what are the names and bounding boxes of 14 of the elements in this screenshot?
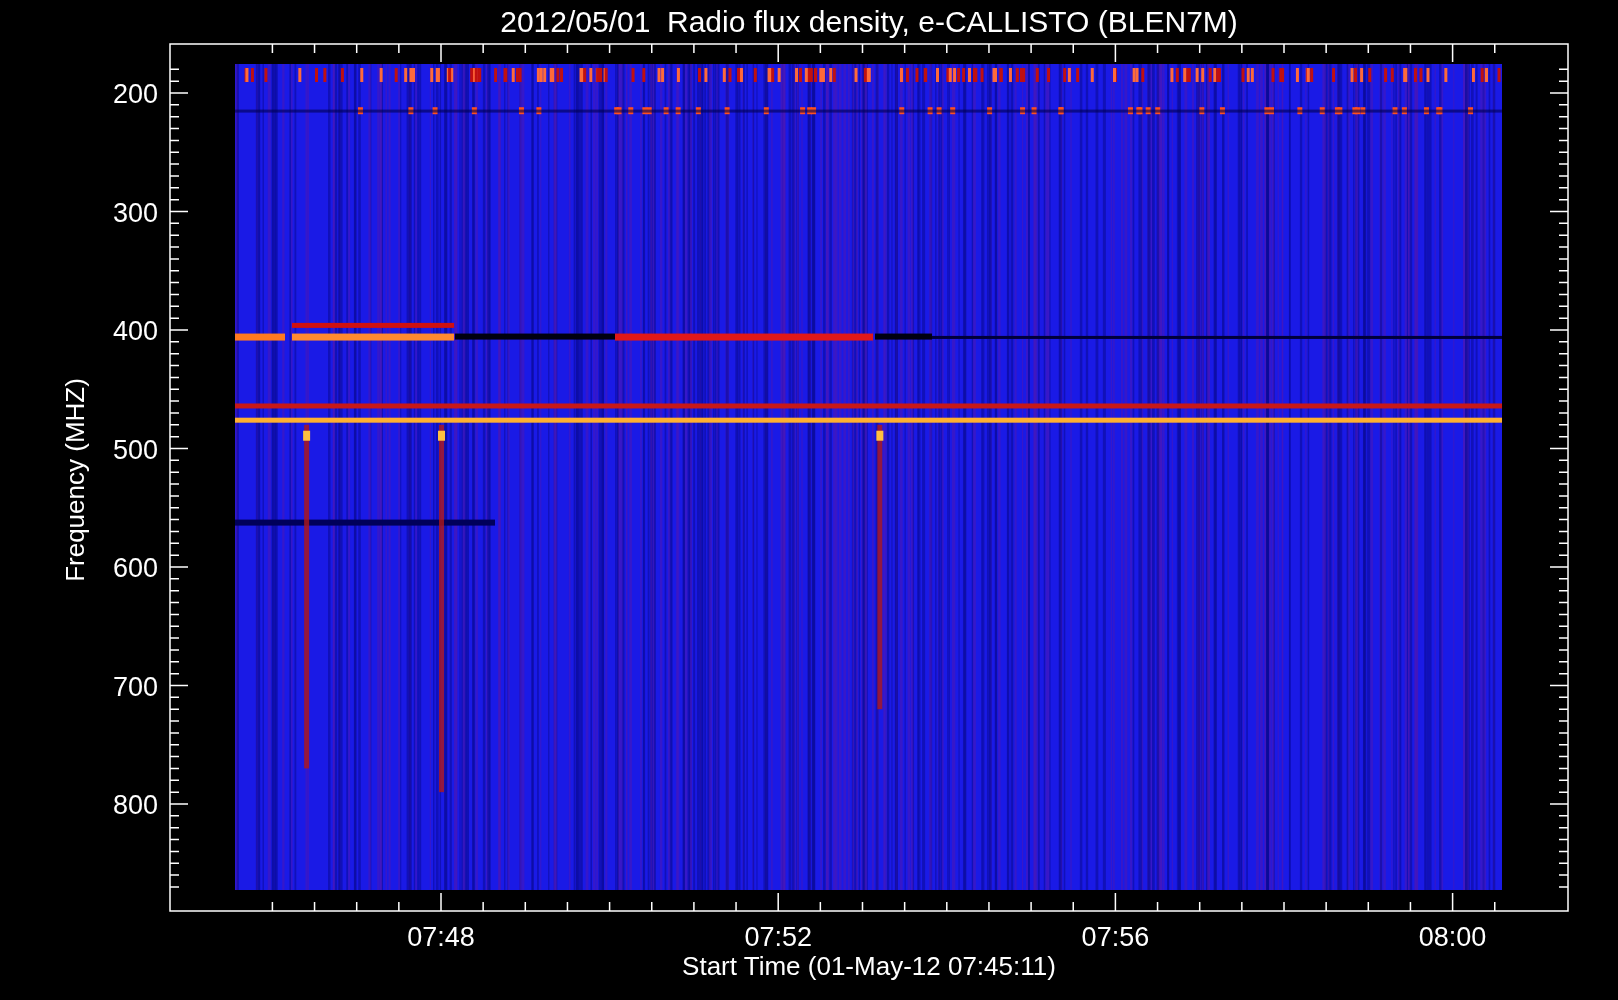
plot-title: 2012/05/01 Radio flux density, e-CALLISTO (BLEN7M) xyxy=(500,5,1238,38)
y-axis-label: Frequency (MHZ) xyxy=(60,378,90,582)
y-tick-label: 700 xyxy=(112,671,158,702)
x-tick-label: 08:00 xyxy=(1418,922,1487,952)
x-tick-label: 07:52 xyxy=(744,922,812,952)
y-tick-label: 200 xyxy=(112,79,158,109)
y-tick-label: 400 xyxy=(112,316,158,346)
x-tick-label: 07:56 xyxy=(1081,922,1150,952)
y-tick-label: 600 xyxy=(112,553,158,583)
y-tick-label: 300 xyxy=(112,197,158,228)
x-axis-label: Start Time (01-May-12 07:45:11) xyxy=(682,951,1056,981)
y-tick-label: 800 xyxy=(112,790,158,820)
y-tick-label: 500 xyxy=(112,434,158,465)
x-tick-label: 07:48 xyxy=(407,922,475,952)
